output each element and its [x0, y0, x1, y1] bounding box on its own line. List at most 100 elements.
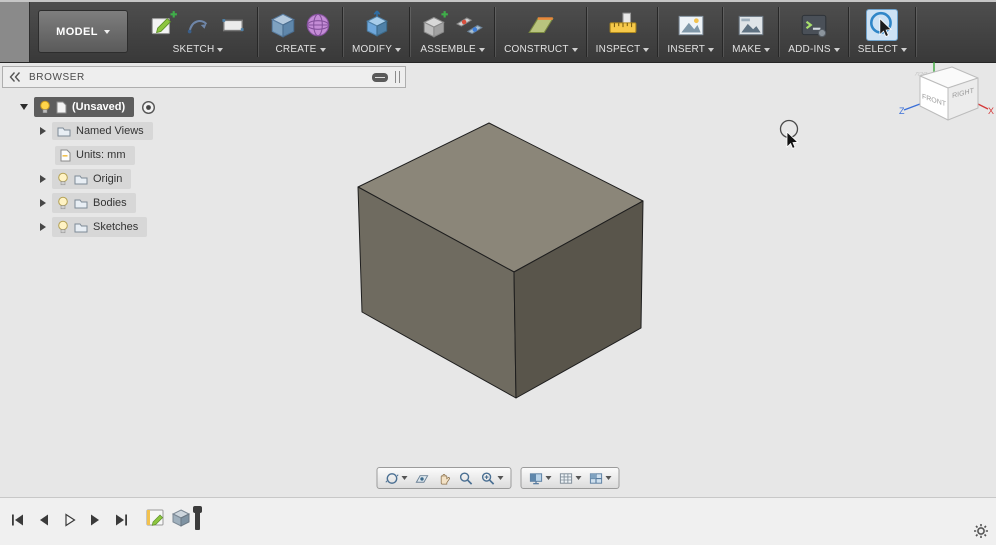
lightbulb-icon[interactable] — [39, 100, 51, 114]
browser-item-label: Named Views — [76, 124, 144, 137]
fusion-app-window: MODEL SKETCH CREATE MODIFY ASSEMBLE CONS… — [0, 0, 996, 545]
browser-row-units: Units: mm — [2, 143, 406, 167]
scripts-addins-icon[interactable] — [798, 9, 830, 41]
collapsed-arrow-icon[interactable] — [40, 127, 46, 135]
toolbar-group-inspect: INSPECT — [587, 2, 659, 62]
lightbulb-icon[interactable] — [57, 220, 69, 234]
addins-icons — [798, 7, 830, 43]
browser-item-label: Origin — [93, 172, 123, 185]
toolbar-menu-inspect[interactable]: INSPECT — [596, 44, 650, 55]
look-at-button[interactable] — [415, 471, 430, 486]
timeline-bar — [0, 497, 996, 545]
browser-header[interactable]: BROWSER — [2, 66, 406, 88]
measure-icon[interactable] — [607, 9, 639, 41]
go-to-end-button[interactable] — [114, 513, 129, 527]
make-3d-print-icon[interactable] — [735, 9, 767, 41]
toolbar-menu-select[interactable]: SELECT — [858, 44, 907, 55]
toolbar-menu-sketch[interactable]: SKETCH — [173, 44, 224, 55]
browser-display-toggle-icon[interactable] — [372, 72, 388, 82]
browser-item-bodies[interactable]: Bodies — [52, 193, 136, 213]
orbit-icon — [385, 472, 399, 484]
look-at-icon — [415, 474, 429, 483]
browser-item-sketches[interactable]: Sketches — [52, 217, 148, 237]
group-label-text: CONSTRUCT — [504, 44, 569, 55]
dropdown-arrow-icon — [103, 29, 110, 34]
lightbulb-icon[interactable] — [57, 196, 69, 210]
timeline-features — [145, 505, 202, 530]
create-sketch-icon[interactable] — [147, 9, 179, 41]
pan-hand-icon — [440, 473, 450, 484]
toolbar-grip[interactable] — [0, 2, 30, 62]
toolbar-menu-modify[interactable]: MODIFY — [352, 44, 402, 55]
construct-icons — [525, 7, 557, 43]
go-to-start-button[interactable] — [10, 513, 25, 527]
orbit-button[interactable] — [385, 471, 408, 486]
navigation-bar — [376, 467, 620, 489]
browser-item-named-views[interactable]: Named Views — [52, 122, 153, 140]
viewports-button[interactable] — [589, 471, 612, 486]
pan-button[interactable] — [437, 471, 452, 486]
collapsed-arrow-icon[interactable] — [40, 175, 46, 183]
browser-row-bodies: Bodies — [2, 191, 406, 215]
lightbulb-icon[interactable] — [57, 172, 69, 186]
select-tool-icon[interactable] — [866, 9, 899, 41]
create-box-icon[interactable] — [267, 9, 299, 41]
toolbar-menu-insert[interactable]: INSERT — [667, 44, 715, 55]
toolbar-menu-make[interactable]: MAKE — [732, 44, 771, 55]
view-cube[interactable]: Z X TOP FRONT RIGHT — [896, 58, 996, 146]
sketch-spline-icon[interactable] — [182, 9, 214, 41]
zoom-window-button[interactable] — [481, 471, 504, 486]
panel-resize-handle[interactable] — [395, 71, 400, 83]
folder-icon — [74, 223, 88, 233]
zoom-button[interactable] — [459, 471, 474, 486]
step-back-button[interactable] — [36, 513, 51, 527]
grid-layout-button[interactable] — [559, 471, 582, 486]
make-icons — [735, 7, 767, 43]
joint-icon[interactable] — [454, 9, 486, 41]
timeline-extrude-feature-icon[interactable] — [170, 505, 192, 529]
workspace-switcher-button[interactable]: MODEL — [38, 10, 128, 53]
dropdown-arrow-icon — [401, 476, 408, 480]
insert-canvas-icon[interactable] — [675, 9, 707, 41]
browser-item-root[interactable]: (Unsaved) — [34, 97, 135, 117]
inspect-icons — [607, 7, 639, 43]
dropdown-arrow-icon — [643, 47, 650, 52]
toolbar-menu-construct[interactable]: CONSTRUCT — [504, 44, 578, 55]
expand-arrow-icon[interactable] — [20, 104, 28, 110]
create-form-icon[interactable] — [302, 9, 334, 41]
group-label-text: SELECT — [857, 44, 898, 55]
press-pull-icon[interactable] — [361, 9, 393, 41]
sketch-rectangle-icon[interactable] — [217, 9, 249, 41]
toolbar-group-create: CREATE — [258, 2, 343, 62]
timeline-settings-gear-icon[interactable] — [973, 523, 989, 539]
dropdown-arrow-icon — [575, 476, 582, 480]
dropdown-arrow-icon — [395, 47, 402, 52]
browser-item-label: (Unsaved) — [72, 100, 126, 113]
display-settings-button[interactable] — [529, 471, 552, 486]
construct-plane-icon[interactable] — [525, 9, 557, 41]
activate-component-radio[interactable] — [141, 100, 156, 115]
collapsed-arrow-icon[interactable] — [40, 223, 46, 231]
document-icon — [56, 101, 67, 113]
toolbar-menu-create[interactable]: CREATE — [275, 44, 326, 55]
collapse-panel-icon[interactable] — [8, 71, 22, 83]
group-label-text: MODIFY — [352, 44, 393, 55]
dropdown-arrow-icon — [900, 47, 907, 52]
browser-item-label: Sketches — [93, 220, 139, 233]
timeline-playhead[interactable] — [193, 506, 202, 530]
browser-title: BROWSER — [29, 71, 85, 83]
toolbar-menu-addins[interactable]: ADD-INS — [788, 44, 840, 55]
nav-group-view-tools — [376, 467, 512, 489]
timeline-sketch-feature-icon[interactable] — [145, 505, 167, 529]
play-button[interactable] — [62, 513, 77, 527]
browser-item-units[interactable]: Units: mm — [55, 145, 135, 165]
group-label-text: ASSEMBLE — [420, 44, 476, 55]
create-icons — [267, 7, 334, 43]
modify-icons — [361, 7, 393, 43]
step-forward-button[interactable] — [88, 513, 103, 527]
browser-item-origin[interactable]: Origin — [52, 169, 132, 189]
toolbar-menu-assemble[interactable]: ASSEMBLE — [420, 44, 485, 55]
new-component-icon[interactable] — [419, 9, 451, 41]
toolbar-group-modify: MODIFY — [343, 2, 411, 62]
collapsed-arrow-icon[interactable] — [40, 199, 46, 207]
